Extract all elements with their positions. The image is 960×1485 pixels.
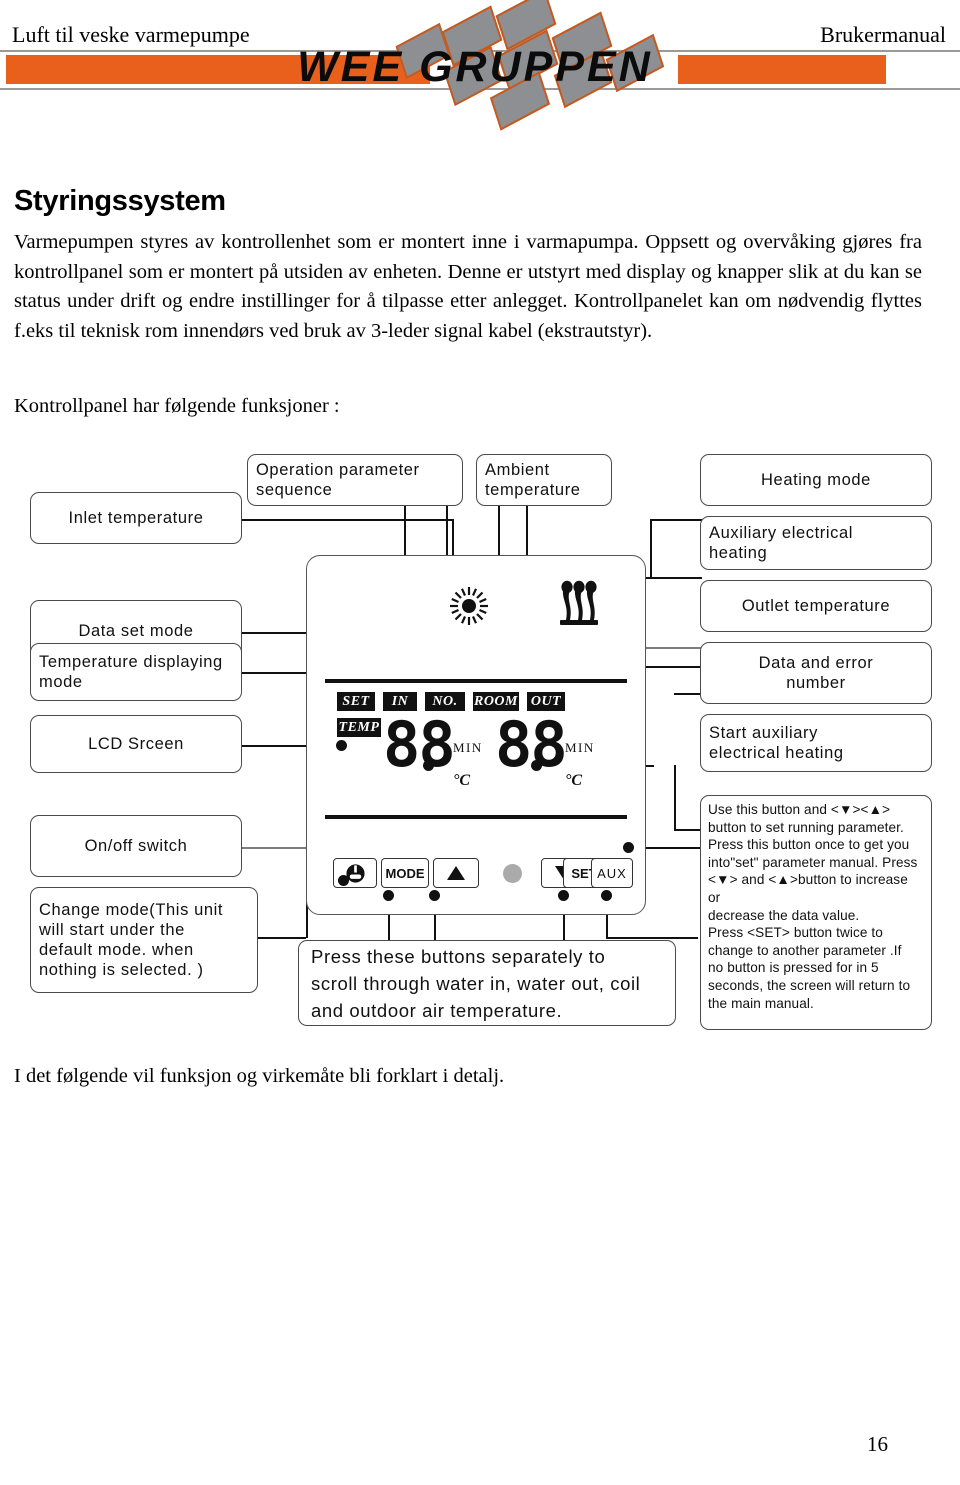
- callout-label: LCD Srceen: [88, 735, 184, 753]
- connector-dot: [558, 890, 569, 901]
- connector-dot: [423, 760, 434, 771]
- note-line: Press these buttons separately to: [311, 945, 606, 967]
- connector-line: [650, 519, 652, 577]
- connector-dot: [429, 890, 440, 901]
- callout-label-line2: heating: [709, 544, 768, 562]
- callout-label-line2: mode: [39, 673, 83, 691]
- callout-label: Heating mode: [761, 471, 871, 489]
- note-line: Change mode(This unit: [39, 901, 224, 919]
- connector-dot: [336, 740, 347, 751]
- callout-start-auxiliary-electrical-heating: Start auxiliary electrical heating: [700, 714, 932, 772]
- lcd-readout-left-celsius: °C: [453, 772, 471, 789]
- triangle-up-icon: [447, 866, 465, 880]
- connector-dot: [623, 842, 634, 853]
- callout-label-line2: sequence: [256, 481, 333, 499]
- connector-line: [646, 666, 702, 668]
- aux-button[interactable]: AUX: [591, 858, 633, 888]
- connector-line: [674, 765, 676, 831]
- callout-operation-parameter-sequence: Operation parameter sequence: [247, 454, 463, 506]
- sun-icon: [450, 587, 488, 625]
- intro-paragraph: Varmepumpen styres av kontrollenhet som …: [14, 231, 922, 342]
- callout-on-off-switch: On/off switch: [30, 815, 242, 877]
- callout-label-line1: Auxiliary electrical: [709, 524, 854, 542]
- callout-label: Outlet temperature: [741, 597, 891, 615]
- callout-temperature-displaying-mode: Temperature displaying mode: [30, 643, 242, 701]
- note-line: nothing is selected. ): [39, 961, 204, 979]
- note-line: Press <SET> button twice to: [708, 925, 883, 941]
- note-line: and outdoor air temperature.: [311, 999, 563, 1021]
- lcd-tag-set: SET: [337, 692, 375, 711]
- callout-label-line2: temperature: [485, 481, 581, 499]
- lcd-top-rule: [325, 679, 627, 683]
- callout-label-line1: Ambient: [485, 461, 550, 479]
- page-number: 16: [867, 1432, 888, 1456]
- callout-inlet-temperature: Inlet temperature: [30, 492, 242, 544]
- closing-line: I det følgende vil funksjon og virkemåte…: [14, 1065, 505, 1087]
- note-line: scroll through water in, water out, coil: [311, 972, 641, 994]
- header-orange-bar-right: [678, 55, 886, 84]
- note-line: change to another parameter .If: [708, 942, 902, 958]
- control-panel-unit: SET IN NO. ROOM OUT TEMP 88 MIN °C 88 MI…: [306, 555, 646, 915]
- lcd-readout-right-celsius: °C: [565, 772, 583, 789]
- note-line: will start under the: [39, 921, 185, 939]
- connector-line: [240, 519, 454, 521]
- note-line: into"set" parameter manual. Press: [708, 854, 918, 870]
- note-line: default mode. when: [39, 941, 194, 959]
- connector-dot: [338, 875, 349, 886]
- status-led: [503, 864, 522, 883]
- note-line: seconds, the screen will return to: [708, 977, 911, 993]
- callout-data-and-error-number: Data and error number: [700, 642, 932, 704]
- callout-outlet-temperature: Outlet temperature: [700, 580, 932, 632]
- control-panel-diagram: Inlet temperature Data set mode Temperat…: [10, 440, 950, 1040]
- mode-button[interactable]: MODE: [381, 858, 429, 888]
- page-title: Styringssystem: [14, 185, 226, 217]
- header-left-title: Luft til veske varmepumpe: [12, 22, 250, 47]
- callout-heating-mode: Heating mode: [700, 454, 932, 506]
- note-line: decrease the data value.: [708, 907, 860, 923]
- note-line: button to set running parameter.: [708, 819, 904, 835]
- up-button[interactable]: [433, 858, 479, 888]
- callout-ambient-temperature: Ambient temperature: [476, 454, 612, 506]
- heating-coil-icon: [560, 580, 598, 625]
- callout-label: Data set mode: [78, 622, 194, 640]
- note-line: <▼> and <▲>button to increase or: [708, 872, 908, 905]
- callout-label-line2: electrical heating: [709, 744, 844, 762]
- page-header: Luft til veske varmepumpe Brukermanual W…: [0, 0, 960, 131]
- callout-label-line1: Start auxiliary: [709, 724, 818, 742]
- callout-label: Inlet temperature: [68, 509, 204, 527]
- connector-dot: [531, 760, 542, 771]
- connector-line: [650, 519, 702, 521]
- connector-line: [674, 829, 702, 831]
- header-right-title: Brukermanual: [820, 22, 946, 47]
- callout-lcd-screen: LCD Srceen: [30, 715, 242, 773]
- note-line: Use this button and <▼><▲>: [708, 802, 891, 817]
- connector-line: [452, 519, 454, 555]
- callout-label-line2: number: [786, 674, 846, 692]
- connector-line: [674, 693, 702, 695]
- lcd-bottom-rule: [325, 815, 627, 819]
- lcd-readout-left-digits: 88: [383, 708, 456, 781]
- callout-label-line1: Operation parameter: [256, 461, 420, 479]
- note-line: no button is pressed for in 5: [708, 960, 879, 976]
- connector-dot: [383, 890, 394, 901]
- connector-line: [606, 937, 698, 939]
- lcd-tag-temp: TEMP: [337, 718, 381, 737]
- callout-label-line1: Data and error: [758, 654, 874, 672]
- note-line: Press this button once to get you: [708, 837, 910, 853]
- callout-label: On/off switch: [84, 837, 188, 855]
- callout-scroll-buttons-note: Press these buttons separately to scroll…: [298, 940, 676, 1026]
- lcd-readout-left-min: MIN: [453, 740, 483, 755]
- callout-set-button-note: Use this button and <▼><▲> button to set…: [700, 795, 932, 1030]
- note-line: the main manual.: [708, 995, 814, 1011]
- wee-gruppen-logo: WEE GRUPPEN: [297, 43, 653, 91]
- connector-dot: [601, 890, 612, 901]
- lcd-readout-right-min: MIN: [565, 740, 595, 755]
- callout-auxiliary-electrical-heating: Auxiliary electrical heating: [700, 516, 932, 570]
- functions-intro-line: Kontrollpanel har følgende funksjoner :: [14, 395, 340, 417]
- callout-change-mode-note: Change mode(This unit will start under t…: [30, 887, 258, 993]
- callout-label-line1: Temperature displaying: [39, 653, 223, 671]
